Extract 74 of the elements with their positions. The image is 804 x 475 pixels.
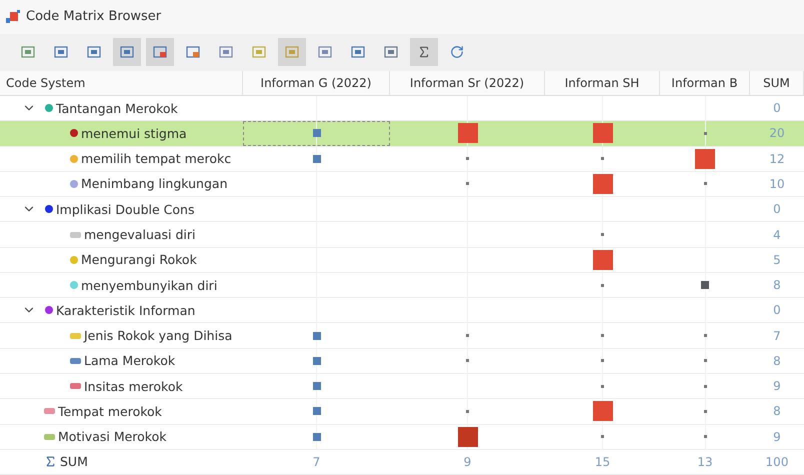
sum-icon [417,45,431,60]
column-header[interactable]: Informan G (2022) [243,71,390,96]
toolbar-icon [351,45,365,60]
matrix-row[interactable]: mengevaluasi diri 4 [0,222,804,248]
matrix-row[interactable]: menemui stigma 20 [0,121,804,147]
matrix-row[interactable]: Menimbang lingkungan 10 [0,172,804,198]
matrix-row[interactable]: Lama Merokok 8 [0,348,804,374]
toolbar-icon [54,45,68,60]
code-label: Insitas merokok [84,378,183,394]
sum-value: 0 [772,302,782,320]
code-label: Lama Merokok [84,353,176,368]
toolbar-icon [219,45,233,60]
toolbar-icon [285,45,299,60]
code-label: menemui stigma [81,126,187,141]
toolbar-icon [186,45,200,60]
toolbar-icon [153,45,167,60]
matrix-row[interactable]: Tempat merokok 8 [0,399,804,425]
column-header[interactable]: Informan SH [545,71,660,96]
matrix-row[interactable]: Motivasi Merokok 9 [0,424,804,450]
sum-value: 7 [312,454,322,471]
sum-value: 9 [772,378,782,396]
sum-value: 15 [594,454,612,471]
code-label: mengevaluasi diri [84,227,196,242]
code-label: Jenis Rokok yang Dihisa [84,328,232,344]
code-label: Tantangan Merokok [56,100,178,116]
sum-value: 9 [462,454,472,471]
window-title: Code Matrix Browser [26,9,162,24]
column-header[interactable]: Informan Sr (2022) [390,71,545,96]
sum-value: 9 [772,428,782,446]
sum-value: 0 [772,100,782,118]
sum-value: 20 [768,125,786,142]
app-logo-icon [6,10,20,24]
sum-value: 8 [772,277,782,294]
sum-value: 10 [768,176,786,193]
code-label: Tempat merokok [58,404,162,419]
matrix-row[interactable]: menyembunyikan diri 8 [0,272,804,298]
sum-value: 12 [768,150,786,168]
code-label: memilih tempat merokc [81,151,232,166]
matrix-row[interactable]: Insitas merokok 9 [0,374,804,400]
toolbar-icon [120,45,134,60]
code-label: Motivasi Merokok [58,429,166,444]
matrix-row[interactable]: Karakteristik Informan 0 [0,298,804,324]
sum-value: 13 [696,454,714,471]
sum-value: 4 [772,226,782,244]
toolbar-icon [318,45,332,60]
code-label: Implikasi Double Cons [56,202,194,217]
column-header[interactable]: Informan B [660,71,750,96]
column-header[interactable]: SUM [750,71,804,96]
sum-value: 8 [772,352,782,370]
matrix-row[interactable]: Implikasi Double Cons 0 [0,197,804,222]
matrix-row[interactable]: Mengurangi Rokok 5 [0,248,804,273]
sum-value: 0 [772,201,782,218]
code-label: Menimbang lingkungan [81,176,228,192]
sum-icon [44,455,57,468]
sum-value: 5 [772,252,782,269]
toolbar-button[interactable] [146,38,174,66]
column-header[interactable]: Code System [0,71,243,96]
matrix-row[interactable]: Tantangan Merokok 0 [0,96,804,122]
toolbar-icon [252,45,266,60]
toolbar-icon [21,45,35,60]
code-label: menyembunyikan diri [81,278,218,293]
code-label: Karakteristik Informan [56,302,196,318]
sum-value: 7 [772,328,782,345]
matrix-row[interactable]: memilih tempat merokc 12 [0,146,804,172]
sum-value: 8 [772,403,782,420]
toolbar-button[interactable] [410,38,438,66]
matrix-row[interactable]: Jenis Rokok yang Dihisa 7 [0,323,804,349]
refresh-icon [450,45,464,60]
code-label: Mengurangi Rokok [81,252,197,268]
toolbar-button[interactable] [113,38,141,66]
toolbar-icon [384,45,398,60]
sum-label: SUM [60,454,88,470]
sum-value: 100 [764,454,790,471]
toolbar-icon [87,45,101,60]
